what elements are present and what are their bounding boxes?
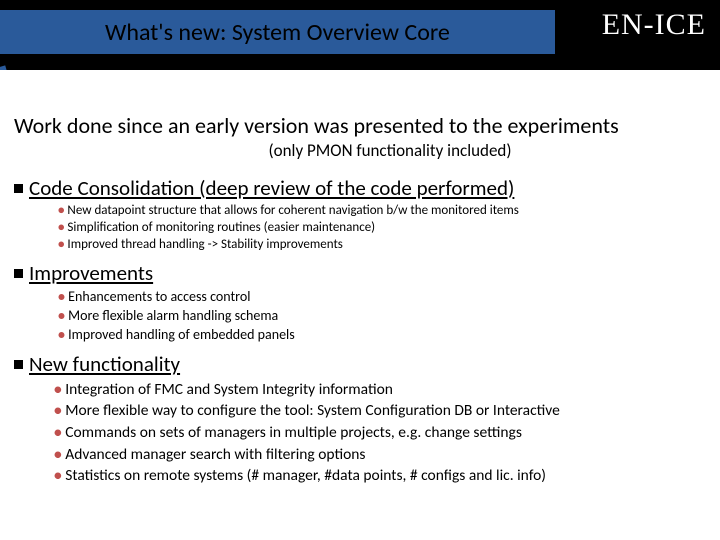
section-code-consolidation: Code Consolidation (deep review of the c… xyxy=(14,175,706,254)
corner-graphic xyxy=(0,0,95,70)
list-item: More flexible way to configure the tool:… xyxy=(54,400,706,422)
intro-line: Work done since an early version was pre… xyxy=(14,114,706,138)
brand-label: EN-ICE xyxy=(602,8,706,42)
list-item: Statistics on remote systems (# manager,… xyxy=(54,465,706,487)
bullet-list: Enhancements to access control More flex… xyxy=(14,288,706,345)
section-title: New functionality xyxy=(29,351,180,377)
list-item: New datapoint structure that allows for … xyxy=(58,203,706,220)
section-improvements: Improvements Enhancements to access cont… xyxy=(14,260,706,345)
section-new-functionality: New functionality Integration of FMC and… xyxy=(14,351,706,487)
bullet-list: Integration of FMC and System Integrity … xyxy=(14,379,706,487)
section-title: Improvements xyxy=(29,260,153,286)
list-item: Improved handling of embedded panels xyxy=(58,326,706,345)
square-bullet-icon xyxy=(14,360,23,369)
section-heading: Improvements xyxy=(14,260,706,286)
list-item: Advanced manager search with filtering o… xyxy=(54,444,706,466)
list-item: Simplification of monitoring routines (e… xyxy=(58,220,706,237)
slide-title: What's new: System Overview Core xyxy=(105,18,450,47)
section-title: Code Consolidation (deep review of the c… xyxy=(29,175,514,201)
square-bullet-icon xyxy=(14,184,23,193)
list-item: Integration of FMC and System Integrity … xyxy=(54,379,706,401)
bullet-list: New datapoint structure that allows for … xyxy=(14,203,706,254)
section-heading: Code Consolidation (deep review of the c… xyxy=(14,175,706,201)
list-item: Improved thread handling -> Stability im… xyxy=(58,237,706,254)
list-item: More flexible alarm handling schema xyxy=(58,307,706,326)
intro-sub: (only PMON functionality included) xyxy=(14,140,706,161)
slide-header: What's new: System Overview Core EN-ICE xyxy=(0,0,720,70)
list-item: Enhancements to access control xyxy=(58,288,706,307)
list-item: Commands on sets of managers in multiple… xyxy=(54,422,706,444)
square-bullet-icon xyxy=(14,269,23,278)
section-heading: New functionality xyxy=(14,351,706,377)
slide-content: Work done since an early version was pre… xyxy=(0,70,720,487)
